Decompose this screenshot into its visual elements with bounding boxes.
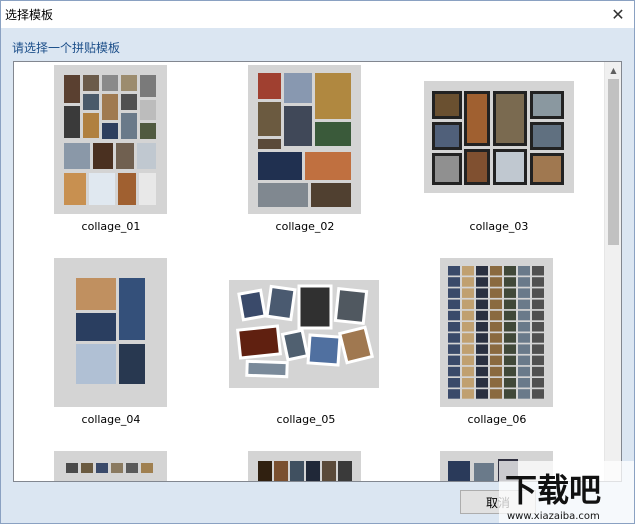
- collage-01-thumbnail: [54, 65, 167, 214]
- collage-08-thumbnail: [248, 451, 361, 481]
- collage-06-thumbnail: [440, 258, 553, 407]
- collage-05-thumbnail: [229, 280, 379, 388]
- dialog-client-area: 请选择一个拼贴模板 collage_01 collage_02 collage_…: [1, 28, 634, 523]
- close-icon[interactable]: ✕: [608, 4, 628, 24]
- title-bar: 选择模板 ✕: [1, 1, 634, 28]
- template-list[interactable]: collage_01 collage_02 collage_03 collage…: [13, 61, 622, 482]
- template-caption: collage_04: [81, 413, 141, 426]
- watermark-logo-text: 下载吧: [505, 471, 601, 509]
- collage-03-thumbnail: [424, 81, 574, 193]
- template-caption: collage_02: [275, 220, 335, 233]
- collage-07-thumbnail: [54, 451, 167, 481]
- collage-04-thumbnail: [54, 258, 167, 407]
- window-title: 选择模板: [5, 8, 54, 22]
- scroll-up-icon[interactable]: ▲: [605, 62, 621, 79]
- template-caption: collage_05: [276, 413, 336, 426]
- prompt-label: 请选择一个拼贴模板: [12, 41, 121, 55]
- template-dialog: 选择模板 ✕ 请选择一个拼贴模板 collage_01 collage_02 c…: [0, 0, 635, 524]
- scrollbar-thumb[interactable]: [608, 79, 619, 245]
- xiazaiba-watermark-logo: 下载吧 www.xiazaiba.com: [499, 461, 634, 523]
- template-caption: collage_06: [467, 413, 527, 426]
- vertical-scrollbar[interactable]: ▲: [604, 62, 621, 481]
- template-caption: collage_03: [469, 220, 529, 233]
- template-caption: collage_01: [81, 220, 141, 233]
- watermark-url: www.xiazaiba.com: [507, 511, 600, 522]
- collage-02-thumbnail: [248, 65, 361, 214]
